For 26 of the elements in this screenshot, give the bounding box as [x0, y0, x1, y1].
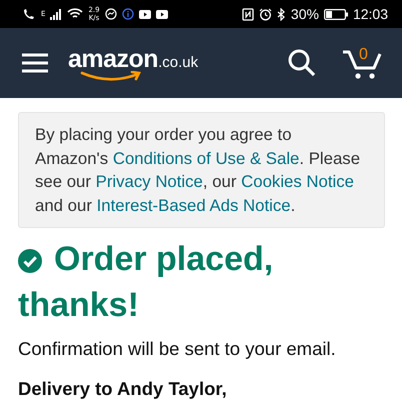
info-icon	[122, 8, 134, 20]
battery-icon	[324, 8, 348, 20]
delivery-heading: Delivery to Andy Taylor,	[18, 378, 228, 400]
video-icon	[138, 10, 151, 18]
nfc-icon	[242, 8, 254, 20]
video-icon	[156, 10, 168, 18]
search-button[interactable]	[288, 49, 316, 77]
policy-link[interactable]: Cookies Notice	[241, 172, 354, 191]
legal-notice: By placing your order you agree to Amazon's Conditions of Use & Sale. Please see our Privacy Notice, our Cookies Notice and our Interest-Based Ads Notice.	[18, 112, 385, 228]
menu-button[interactable]	[22, 53, 48, 73]
smile-arrow-icon	[80, 71, 144, 81]
policy-link[interactable]: Privacy Notice	[96, 172, 203, 191]
battery-percent: 30%	[290, 6, 319, 22]
policy-link[interactable]: Interest-Based Ads Notice	[96, 196, 291, 214]
policy-link[interactable]: Conditions of Use & Sale	[112, 148, 300, 168]
logo-domain[interactable]: .co.uk	[158, 54, 198, 71]
clock: 12:03	[352, 6, 388, 22]
bluetooth-icon	[276, 8, 286, 20]
wifi-icon	[67, 8, 84, 20]
alarm-icon	[258, 8, 272, 20]
check-circle-icon	[18, 249, 42, 273]
order-placed-heading: Order placed, thanks!	[18, 239, 274, 326]
signal-icon	[50, 8, 62, 20]
confirmation-message: Confirmation will be sent to your email.	[18, 338, 337, 360]
cart-button[interactable]: 0	[342, 46, 382, 80]
logo-wordmark[interactable]: amazon	[68, 45, 158, 74]
